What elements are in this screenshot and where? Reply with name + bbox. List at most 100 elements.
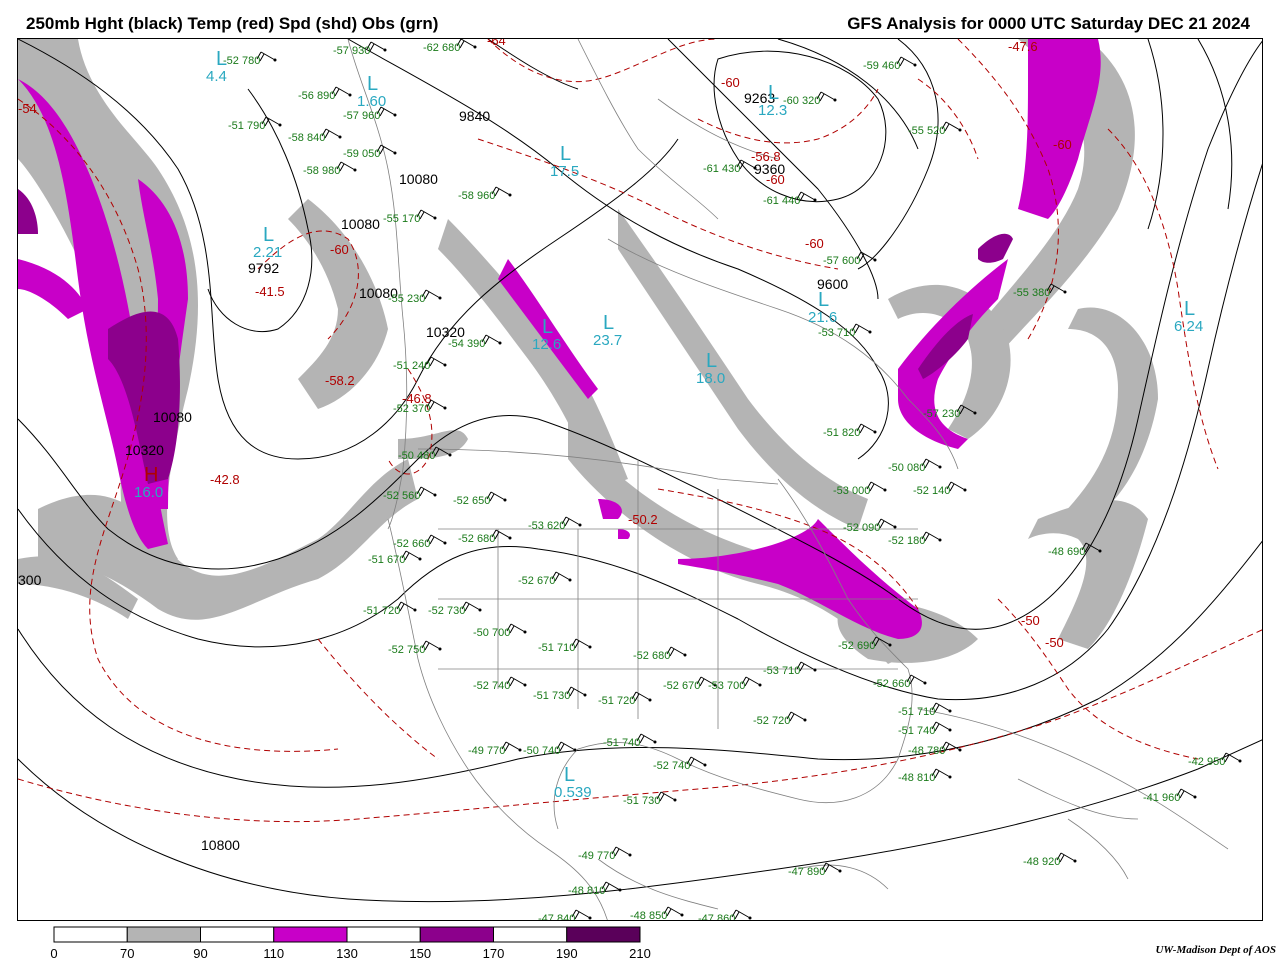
- colorbar-swatch: [53, 926, 128, 943]
- station-ob-label: -51 240: [393, 360, 430, 372]
- station-ob-label: -50 700: [473, 627, 510, 639]
- station-ob-label: -57 600: [823, 255, 860, 267]
- station-ob-label: -52 740: [473, 680, 510, 692]
- colorbar-tick-label: 70: [120, 946, 135, 961]
- station-ob: -57 960: [343, 106, 397, 122]
- station-ob-label: -52 660: [873, 678, 910, 690]
- center-value: 2.21: [253, 244, 282, 261]
- center-value: 12.6: [532, 336, 561, 353]
- station-ob: -54 390: [448, 334, 502, 350]
- station-ob-label: -61 440: [763, 195, 800, 207]
- station-ob-label: -49 770: [468, 745, 505, 757]
- station-ob-label: -60 320: [783, 95, 820, 107]
- station-ob: -52 730: [428, 601, 482, 617]
- temperature-label: -56.8: [751, 149, 781, 164]
- station-ob-label: -52 370: [393, 403, 430, 415]
- colorbar-tick-label: 190: [555, 946, 578, 961]
- station-ob: -51 720: [363, 601, 417, 617]
- station-ob: -48 810: [898, 768, 952, 784]
- station-ob-label: -56 890: [298, 90, 335, 102]
- station-ob: -41 960: [1143, 788, 1197, 804]
- wind-speed-shading: [18, 39, 1158, 664]
- station-ob-label: -58 840: [288, 132, 325, 144]
- temperature-label: -60: [766, 172, 785, 187]
- center-value: 16.0: [134, 484, 163, 501]
- low-center-mark: L: [603, 312, 614, 334]
- station-ob: -55 170: [383, 209, 437, 225]
- height-contours: [18, 39, 1262, 903]
- height-label: 10800: [201, 837, 240, 853]
- station-ob: -53 700: [708, 676, 762, 692]
- station-ob-label: -52 750: [388, 644, 425, 656]
- station-ob-label: -47 890: [788, 866, 825, 878]
- station-ob-label: -51 720: [363, 605, 400, 617]
- station-ob-label: -55 170: [383, 213, 420, 225]
- station-ob: -61 440: [763, 191, 817, 207]
- station-ob: -51 670: [368, 550, 422, 566]
- station-ob-label: -59 460: [863, 60, 900, 72]
- station-ob: -51 730: [533, 686, 587, 702]
- station-ob-label: -49 770: [578, 850, 615, 862]
- temperature-label: -64: [487, 39, 506, 48]
- center-value: 0.539: [554, 784, 592, 801]
- station-ob: -47 840: [538, 909, 592, 920]
- station-ob-label: -52 670: [663, 680, 700, 692]
- colorbar-swatch: [566, 926, 641, 943]
- station-ob-label: -52 740: [653, 760, 690, 772]
- low-center-mark: L: [560, 143, 571, 165]
- colorbar-tick-label: 130: [336, 946, 358, 961]
- station-ob: -52 180: [888, 531, 942, 547]
- station-ob: -42 950: [1188, 752, 1242, 768]
- low-center-mark: L: [564, 764, 575, 786]
- station-ob-label: -52 720: [753, 715, 790, 727]
- station-ob-label: -51 720: [598, 695, 635, 707]
- station-ob-label: -42 950: [1188, 756, 1225, 768]
- station-ob-label: -47 860: [698, 913, 735, 921]
- station-ob-label: -57 230: [923, 408, 960, 420]
- station-ob-label: -53 710: [818, 327, 855, 339]
- station-ob: -53 620: [528, 516, 582, 532]
- station-ob-label: -48 810: [568, 885, 605, 897]
- station-ob: -51 240: [393, 356, 447, 372]
- station-ob: -53 710: [818, 323, 872, 339]
- station-ob: -47 860: [698, 909, 752, 921]
- station-ob: -52 740: [473, 676, 527, 692]
- station-ob: -51 720: [598, 691, 652, 707]
- low-center-mark: L: [768, 82, 779, 104]
- station-ob: -52 660: [873, 674, 927, 690]
- station-ob: -52 740: [653, 756, 707, 772]
- map-canvas: 9840100801008097921008010320100801032096…: [18, 39, 1262, 921]
- low-center-mark: L: [367, 73, 378, 95]
- station-ob: -52 560: [383, 486, 437, 502]
- station-ob-label: -52 650: [453, 495, 490, 507]
- station-ob: -48 810: [568, 881, 622, 897]
- center-value: 6.24: [1174, 318, 1203, 335]
- station-ob-label: -52 780: [223, 55, 260, 67]
- station-ob-label: -54 390: [448, 338, 485, 350]
- high-center-mark: H: [144, 464, 158, 486]
- station-ob: -52 140: [913, 481, 967, 497]
- station-ob: -51 740: [603, 733, 657, 749]
- center-value: 4.4: [206, 68, 227, 85]
- station-ob-label: -58 960: [458, 190, 495, 202]
- station-ob: -48 850: [630, 906, 684, 920]
- analysis-time-title: GFS Analysis for 0000 UTC Saturday DEC 2…: [847, 14, 1250, 33]
- station-ob: -52 720: [753, 711, 807, 727]
- station-ob: -58 840: [288, 128, 342, 144]
- temperature-label: -47.6: [1008, 39, 1038, 54]
- station-ob: -48 920: [1023, 852, 1077, 868]
- station-ob-label: -52 690: [838, 640, 875, 652]
- colorbar-swatch: [493, 926, 568, 943]
- station-ob-label: -50 080: [888, 462, 925, 474]
- station-ob: -58 980: [303, 161, 357, 177]
- station-ob-label: -55 230: [388, 293, 425, 305]
- station-ob: -52 780: [223, 51, 277, 67]
- colorbar-tick-label: 210: [629, 946, 651, 961]
- station-ob-label: -57 930: [333, 45, 370, 57]
- station-ob-label: -52 660: [393, 538, 430, 550]
- station-ob-label: -48 920: [1023, 856, 1060, 868]
- station-ob-label: -51 820: [823, 427, 860, 439]
- station-ob: -50 740: [523, 741, 577, 757]
- temperature-label: -42.8: [210, 472, 240, 487]
- station-ob-label: -58 980: [303, 165, 340, 177]
